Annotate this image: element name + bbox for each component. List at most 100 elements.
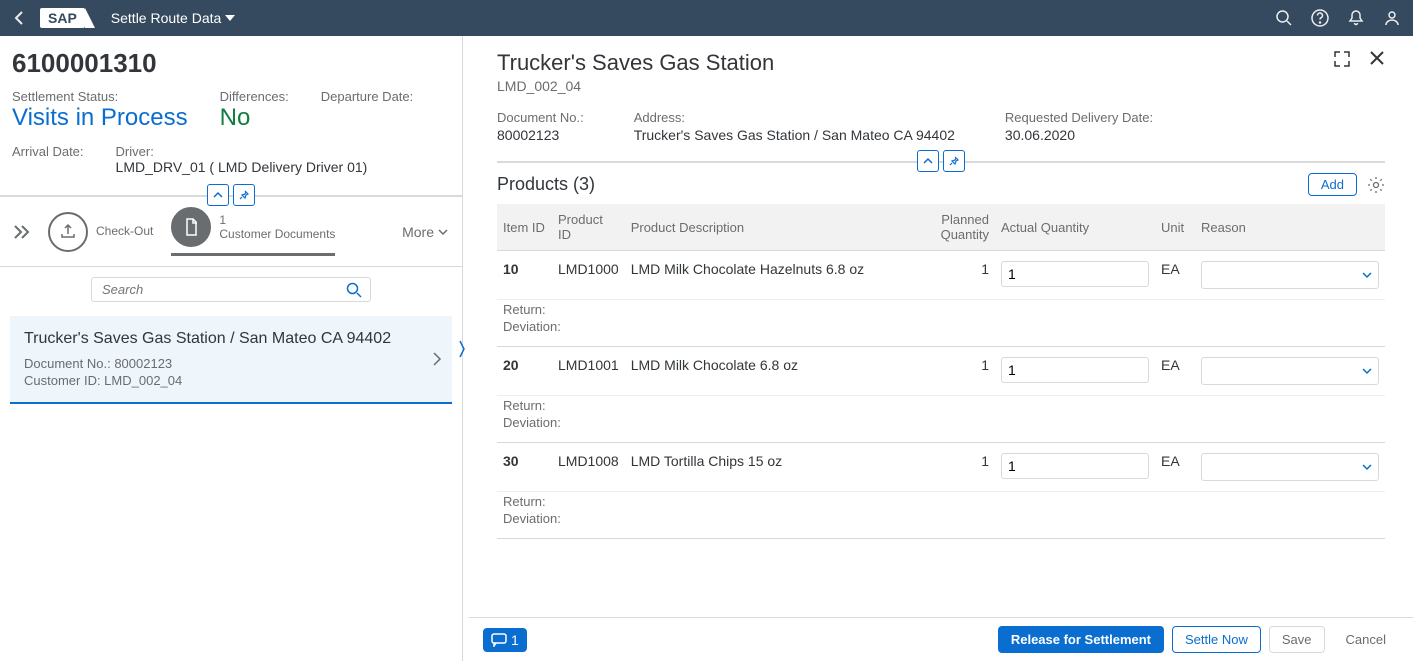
comments-button[interactable]: 1	[483, 628, 527, 652]
document-list-item[interactable]: Trucker's Saves Gas Station / San Mateo …	[10, 316, 452, 404]
user-icon[interactable]	[1383, 9, 1401, 27]
th-actual: Actual Quantity	[995, 204, 1155, 251]
th-desc: Product Description	[625, 204, 925, 251]
collapse-up-icon[interactable]	[207, 184, 229, 206]
cell-product: LMD1001	[552, 347, 625, 396]
th-item: Item ID	[497, 204, 552, 251]
comments-count: 1	[511, 632, 519, 648]
actual-quantity-input[interactable]	[1001, 357, 1149, 383]
driver-value: LMD_DRV_01 ( LMD Delivery Driver 01)	[116, 159, 368, 175]
detail-footer: 1 Release for Settlement Settle Now Save…	[469, 617, 1413, 661]
shell-title-button[interactable]: Settle Route Data	[111, 10, 236, 26]
table-row: 10LMD1000LMD Milk Chocolate Hazelnuts 6.…	[497, 251, 1385, 300]
add-button[interactable]: Add	[1308, 173, 1357, 196]
cell-product: LMD1000	[552, 251, 625, 300]
cell-product: LMD1008	[552, 443, 625, 492]
deviation-label: Deviation:	[503, 319, 1379, 334]
reason-select[interactable]	[1201, 453, 1379, 481]
list-item-title: Trucker's Saves Gas Station / San Mateo …	[24, 330, 438, 348]
expand-tabs-icon[interactable]	[14, 225, 32, 239]
collapse-up-icon[interactable]	[917, 150, 939, 172]
cell-item: 10	[497, 251, 552, 300]
search-icon[interactable]	[1275, 9, 1293, 27]
fullscreen-icon[interactable]	[1333, 50, 1351, 68]
help-icon[interactable]	[1311, 9, 1329, 27]
deviation-label: Deviation:	[503, 415, 1379, 430]
list-item-custid: Customer ID: LMD_002_04	[24, 373, 438, 388]
return-label: Return:	[503, 494, 1379, 509]
reason-select[interactable]	[1201, 357, 1379, 385]
products-table: Item ID Product ID Product Description P…	[497, 204, 1385, 539]
departure-label: Departure Date:	[321, 89, 414, 104]
cell-item: 30	[497, 443, 552, 492]
release-button[interactable]: Release for Settlement	[998, 626, 1164, 653]
detail-address-label: Address:	[634, 110, 955, 125]
cell-desc: LMD Milk Chocolate Hazelnuts 6.8 oz	[625, 251, 925, 300]
upload-icon	[48, 212, 88, 252]
cell-unit: EA	[1155, 347, 1195, 396]
actual-quantity-input[interactable]	[1001, 261, 1149, 287]
cell-unit: EA	[1155, 251, 1195, 300]
tab-docs-label: Customer Documents	[219, 227, 335, 241]
tab-checkout[interactable]: Check-Out	[48, 212, 153, 252]
splitter-handle-icon[interactable]	[458, 339, 466, 359]
save-button[interactable]: Save	[1269, 626, 1325, 653]
products-title: Products (3)	[497, 174, 595, 195]
differences-label: Differences:	[220, 89, 289, 104]
th-unit: Unit	[1155, 204, 1195, 251]
search-input[interactable]	[100, 281, 346, 298]
settle-button[interactable]: Settle Now	[1172, 626, 1261, 653]
detail-reqdate-value: 30.06.2020	[1005, 127, 1153, 143]
splitter[interactable]	[463, 36, 469, 661]
bell-icon[interactable]	[1347, 9, 1365, 27]
shell-title-text: Settle Route Data	[111, 10, 222, 26]
status-label: Settlement Status:	[12, 89, 188, 104]
tabs-more-label: More	[402, 224, 434, 240]
gear-icon[interactable]	[1367, 176, 1385, 194]
cell-unit: EA	[1155, 443, 1195, 492]
differences-value: No	[220, 104, 289, 132]
detail-docno-value: 80002123	[497, 127, 584, 143]
shell-header: SAP Settle Route Data	[0, 0, 1413, 36]
th-product: Product ID	[552, 204, 625, 251]
tab-docs-count: 1	[219, 213, 335, 227]
detail-reqdate-label: Requested Delivery Date:	[1005, 110, 1153, 125]
close-icon[interactable]	[1369, 50, 1385, 68]
deviation-label: Deviation:	[503, 511, 1379, 526]
detail-address-value: Trucker's Saves Gas Station / San Mateo …	[634, 127, 955, 143]
table-row: 20LMD1001LMD Milk Chocolate 6.8 oz1EA	[497, 347, 1385, 396]
back-icon[interactable]	[12, 10, 28, 26]
sap-logo: SAP	[40, 8, 85, 28]
return-label: Return:	[503, 398, 1379, 413]
table-subrow: Return: Deviation:	[497, 492, 1385, 539]
status-value[interactable]: Visits in Process	[12, 104, 188, 132]
reason-select[interactable]	[1201, 261, 1379, 289]
th-reason: Reason	[1195, 204, 1385, 251]
route-id: 6100001310	[0, 36, 462, 83]
detail-docno-label: Document No.:	[497, 110, 584, 125]
header-collapse-bar	[0, 195, 462, 197]
tabs-more[interactable]: More	[402, 224, 448, 240]
return-label: Return:	[503, 302, 1379, 317]
pin-icon[interactable]	[233, 184, 255, 206]
customer-id: LMD_002_04	[497, 78, 774, 94]
table-row: 30LMD1008LMD Tortilla Chips 15 oz1EA	[497, 443, 1385, 492]
cell-item: 20	[497, 347, 552, 396]
arrival-label: Arrival Date:	[12, 144, 84, 159]
cell-planned: 1	[925, 347, 995, 396]
actual-quantity-input[interactable]	[1001, 453, 1149, 479]
chevron-right-icon	[432, 352, 442, 366]
tab-checkout-label: Check-Out	[96, 224, 153, 238]
pin-icon[interactable]	[943, 150, 965, 172]
search-field[interactable]	[91, 277, 371, 302]
table-subrow: Return: Deviation:	[497, 396, 1385, 443]
customer-name: Trucker's Saves Gas Station	[497, 50, 774, 76]
cell-desc: LMD Tortilla Chips 15 oz	[625, 443, 925, 492]
th-planned: Planned Quantity	[925, 204, 995, 251]
tab-customer-documents[interactable]: 1 Customer Documents	[171, 207, 335, 256]
table-subrow: Return: Deviation:	[497, 300, 1385, 347]
search-field-icon[interactable]	[346, 282, 362, 298]
driver-label: Driver:	[116, 144, 368, 159]
document-icon	[171, 207, 211, 247]
cancel-button[interactable]: Cancel	[1333, 626, 1399, 653]
